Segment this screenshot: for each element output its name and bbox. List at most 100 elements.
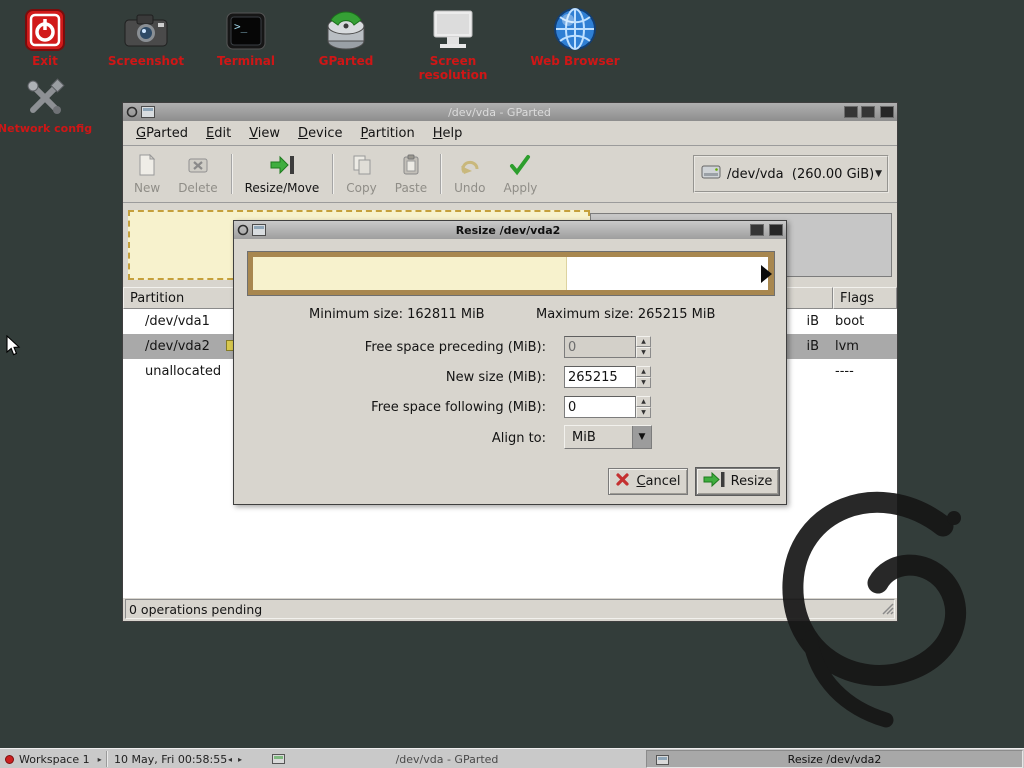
flags-value: ---- <box>835 364 854 379</box>
taskbar: Workspace 1 ▸ 10 May, Fri 00:58:55 ◂ ▸ /… <box>0 748 1024 768</box>
new-partition-icon <box>137 154 157 179</box>
minimum-size-label: Minimum size: 162811 MiB <box>309 307 485 322</box>
resize-move-button[interactable]: Resize/Move <box>236 149 329 199</box>
gparted-disk-icon <box>288 4 404 52</box>
gparted-app-icon <box>141 103 155 122</box>
resize-move-icon <box>269 154 295 179</box>
desktop-icon-web-browser[interactable]: Web Browser <box>517 4 633 68</box>
window-menu-icon[interactable] <box>126 103 138 122</box>
maximum-size-label: Maximum size: 265215 MiB <box>536 307 715 322</box>
copy-icon <box>351 154 373 179</box>
field-row-following: Free space following (MiB): ▲ ▼ <box>234 394 786 420</box>
monitor-icon <box>395 4 511 52</box>
new-size-label: New size (MiB): <box>234 370 546 385</box>
flags-value: lvm <box>835 339 859 354</box>
toolbar: New Delete Resize/Move Copy Paste <box>123 146 897 203</box>
delete-button[interactable]: Delete <box>169 149 226 199</box>
spin-down-icon[interactable]: ▼ <box>636 377 651 388</box>
dialog-title: Resize /dev/vda2 <box>269 224 747 237</box>
field-row-align: Align to: <box>234 425 786 451</box>
debian-swirl-logo <box>758 468 998 742</box>
copy-button[interactable]: Copy <box>337 149 385 199</box>
device-selector-value: /dev/vda (260.00 GiB) <box>727 167 874 182</box>
mouse-cursor-icon <box>6 335 21 360</box>
dialog-titlebar[interactable]: Resize /dev/vda2 <box>234 221 786 239</box>
apply-check-icon <box>509 154 531 179</box>
status-text: 0 operations pending <box>129 602 262 617</box>
device-selector[interactable]: /dev/vda (260.00 GiB) ▼ <box>693 155 889 193</box>
toolbar-separator <box>440 154 441 194</box>
desktop-icon-screen-resolution[interactable]: Screen resolution <box>395 4 511 82</box>
flags-value: boot <box>835 314 864 329</box>
tasklist-scroll: ◂ ▸ <box>228 749 242 768</box>
dialog-maximize-button[interactable] <box>750 224 764 236</box>
chevron-down-icon: ▼ <box>632 426 651 448</box>
chevron-down-icon[interactable]: ▼ <box>874 169 883 179</box>
free-space-following-input[interactable] <box>564 396 636 418</box>
apply-button[interactable]: Apply <box>495 149 547 199</box>
header-flags[interactable]: Flags <box>833 287 897 309</box>
spin-down-icon[interactable]: ▼ <box>636 347 651 358</box>
task-gparted[interactable]: /dev/vda - GParted <box>252 750 642 768</box>
workspace-indicator[interactable]: Workspace 1 ▸ <box>5 749 102 768</box>
resize-slider[interactable] <box>247 251 775 296</box>
undo-button[interactable]: Undo <box>445 149 494 199</box>
undo-icon <box>459 154 481 179</box>
task-resize-dialog[interactable]: Resize /dev/vda2 <box>646 750 1023 768</box>
spin-up-icon[interactable]: ▲ <box>636 366 651 377</box>
resize-handle-right-icon[interactable] <box>761 265 772 283</box>
spin-up-icon[interactable]: ▲ <box>636 336 651 347</box>
resize-dialog: Resize /dev/vda2 Minimum size: 162811 Mi… <box>233 220 787 505</box>
spin-down-icon[interactable]: ▼ <box>636 407 651 418</box>
desktop-icon-screenshot[interactable]: Screenshot <box>88 4 204 68</box>
cancel-x-icon <box>615 472 630 491</box>
desktop-icon-gparted[interactable]: GParted <box>288 4 404 68</box>
desktop-icon-label: Terminal <box>188 54 304 68</box>
pager-next-icon[interactable]: ▸ <box>98 755 102 764</box>
globe-icon <box>517 4 633 52</box>
terminal-icon: >_ <box>188 4 304 52</box>
menu-gparted[interactable]: GParted <box>127 121 197 145</box>
free-space-preceding-label: Free space preceding (MiB): <box>234 340 546 355</box>
task-label: /dev/vda - GParted <box>252 750 642 768</box>
menu-view[interactable]: View <box>240 121 289 145</box>
paste-icon <box>400 154 422 179</box>
align-to-dropdown[interactable]: MiB ▼ <box>564 425 652 449</box>
scroll-right-icon[interactable]: ▸ <box>238 755 242 764</box>
desktop-icon-label: Network config <box>0 122 103 135</box>
scroll-left-icon[interactable]: ◂ <box>228 755 232 764</box>
delete-icon <box>187 154 209 179</box>
menu-help[interactable]: Help <box>424 121 472 145</box>
close-button[interactable] <box>880 106 894 118</box>
new-button[interactable]: New <box>125 149 169 199</box>
tools-icon <box>0 72 103 120</box>
workspace-label: Workspace 1 <box>19 753 90 766</box>
cancel-button[interactable]: Cancel <box>608 468 688 495</box>
clock: 10 May, Fri 00:58:55 <box>114 749 227 768</box>
disk-icon <box>701 164 721 184</box>
paste-button[interactable]: Paste <box>386 149 436 199</box>
desktop: Exit Screenshot >_ Terminal GParted Scre… <box>0 0 1024 768</box>
minimize-button[interactable] <box>844 106 858 118</box>
desktop-icon-label: Screenshot <box>88 54 204 68</box>
menu-edit[interactable]: Edit <box>197 121 240 145</box>
menu-device[interactable]: Device <box>289 121 351 145</box>
resize-arrow-icon <box>703 471 725 492</box>
menu-partition[interactable]: Partition <box>352 121 424 145</box>
field-row-preceding: Free space preceding (MiB): ▲ ▼ <box>234 334 786 360</box>
new-size-input[interactable] <box>564 366 636 388</box>
gparted-titlebar[interactable]: /dev/vda - GParted <box>123 103 897 121</box>
desktop-icon-network-config[interactable]: Network config <box>0 72 103 135</box>
desktop-icon-terminal[interactable]: >_ Terminal <box>188 4 304 68</box>
free-space-preceding-input[interactable] <box>564 336 636 358</box>
window-menu-icon[interactable] <box>237 221 249 240</box>
maximize-button[interactable] <box>861 106 875 118</box>
dialog-close-button[interactable] <box>769 224 783 236</box>
svg-text:>_: >_ <box>234 20 248 33</box>
resize-slider-used-area <box>253 257 567 290</box>
toolbar-separator <box>332 154 333 194</box>
desktop-icon-label: GParted <box>288 54 404 68</box>
desktop-icon-label: Web Browser <box>517 54 633 68</box>
spin-up-icon[interactable]: ▲ <box>636 396 651 407</box>
window-title: /dev/vda - GParted <box>158 106 841 119</box>
